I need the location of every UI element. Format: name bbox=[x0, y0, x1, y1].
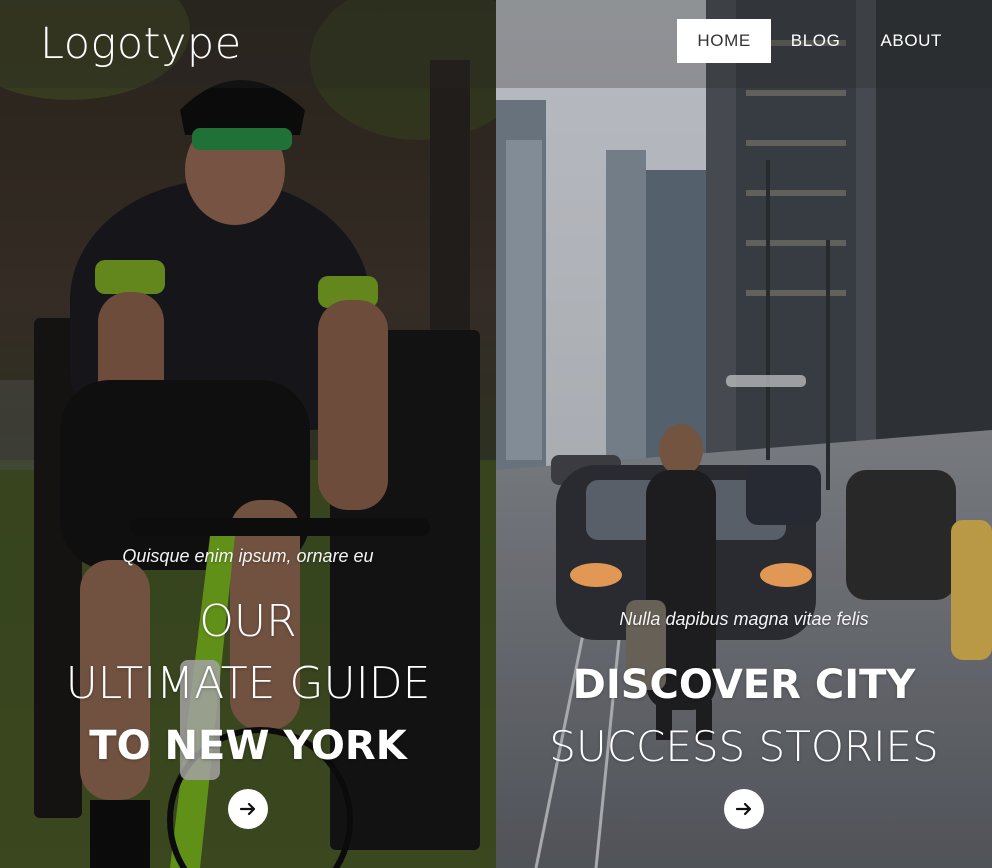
main-nav: HOME BLOG ABOUT bbox=[677, 19, 962, 63]
story-panel-left[interactable]: Quisque enim ipsum, ornare eu OUR ULTIMA… bbox=[0, 0, 496, 868]
story-right-title: DISCOVER CITY SUCCESS STORIES bbox=[496, 654, 992, 778]
story-left-title-line-1: OUR bbox=[199, 596, 297, 647]
story-right: Nulla dapibus magna vitae felis DISCOVER… bbox=[496, 609, 992, 778]
story-left-title-line-2: ULTIMATE GUIDE bbox=[65, 658, 431, 709]
story-right-title-line-2: SUCCESS STORIES bbox=[549, 722, 939, 771]
arrow-right-icon bbox=[239, 802, 256, 816]
story-left-tagline: Quisque enim ipsum, ornare eu bbox=[122, 546, 374, 566]
story-left: Quisque enim ipsum, ornare eu OUR ULTIMA… bbox=[0, 546, 496, 777]
story-left-title-line-3: TO NEW YORK bbox=[89, 723, 407, 769]
story-left-title: OUR ULTIMATE GUIDE TO NEW YORK bbox=[0, 591, 496, 777]
logo[interactable]: Logotype bbox=[40, 18, 242, 70]
story-right-arrow-button[interactable] bbox=[724, 789, 764, 829]
story-panel-right[interactable]: Nulla dapibus magna vitae felis DISCOVER… bbox=[496, 0, 992, 868]
nav-blog[interactable]: BLOG bbox=[771, 19, 861, 63]
site-header: Logotype HOME BLOG ABOUT bbox=[0, 0, 992, 88]
nav-home[interactable]: HOME bbox=[677, 19, 771, 63]
arrow-right-icon bbox=[735, 802, 752, 816]
story-right-tagline: Nulla dapibus magna vitae felis bbox=[619, 609, 869, 629]
nav-about[interactable]: ABOUT bbox=[860, 19, 962, 63]
story-left-arrow-button[interactable] bbox=[228, 789, 268, 829]
story-right-title-line-1: DISCOVER CITY bbox=[572, 662, 916, 708]
